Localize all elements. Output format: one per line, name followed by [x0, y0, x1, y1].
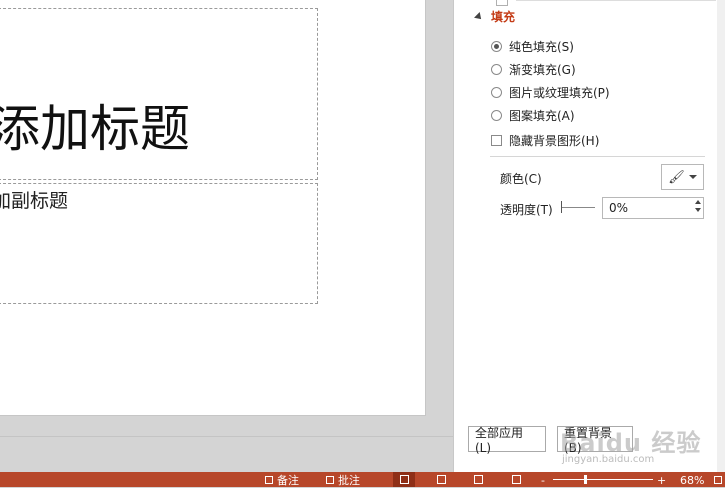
apply-to-all-button[interactable]: 全部应用(L)	[468, 426, 546, 455]
transparency-label: 透明度(T)	[500, 203, 553, 217]
radio-gradient-fill-label: 渐变填充(G)	[509, 63, 576, 77]
fit-window-icon	[714, 476, 722, 484]
normal-view-button[interactable]	[393, 472, 415, 487]
radio-solid-fill-label: 纯色填充(S)	[509, 40, 574, 54]
paint-bucket-icon: 🖌	[668, 169, 685, 185]
radio-picture-fill-label: 图片或纹理填充(P)	[509, 86, 610, 100]
transparency-slider-thumb[interactable]	[561, 201, 562, 213]
radio-pattern-fill[interactable]: 图案填充(A)	[491, 107, 575, 124]
radio-button[interactable]	[491, 110, 502, 121]
radio-pattern-fill-label: 图案填充(A)	[509, 109, 575, 123]
fill-section-title: 填充	[491, 10, 516, 24]
zoom-out-button[interactable]: -	[541, 473, 545, 487]
radio-button[interactable]	[491, 64, 502, 75]
fit-to-window-button[interactable]	[714, 473, 725, 487]
radio-picture-fill[interactable]: 图片或纹理填充(P)	[491, 84, 610, 101]
slide-sorter-view-button[interactable]	[430, 472, 452, 487]
spin-down-icon[interactable]	[695, 208, 701, 212]
reading-view-button[interactable]	[467, 472, 489, 487]
hide-background-label: 隐藏背景图形(H)	[509, 134, 600, 148]
pane-top-divider	[516, 0, 716, 1]
comments-label: 批注	[338, 474, 360, 487]
slide-work-area: 添加标题 加副标题	[0, 0, 453, 472]
transparency-value[interactable]: 0%	[609, 201, 628, 215]
zoom-slider-track[interactable]	[553, 479, 653, 480]
zoom-in-button[interactable]: +	[657, 473, 666, 487]
radio-gradient-fill[interactable]: 渐变填充(G)	[491, 61, 576, 78]
format-background-pane: 填充 纯色填充(S) 渐变填充(G) 图片或纹理填充(P) 图案填充(A) 隐藏…	[453, 0, 725, 472]
radio-button-checked[interactable]	[491, 41, 502, 52]
reset-background-button[interactable]: 重置背景(B)	[557, 426, 633, 455]
transparency-slider-track[interactable]	[561, 207, 595, 208]
status-bar: 备注 批注 - + 68%	[0, 472, 725, 487]
collapsed-section-checkbox[interactable]	[496, 0, 508, 6]
color-label: 颜色(C)	[500, 172, 542, 186]
color-picker-button[interactable]: 🖌	[661, 164, 704, 190]
normal-view-icon	[399, 475, 409, 484]
pane-divider	[490, 156, 705, 157]
notes-button[interactable]: 备注	[265, 473, 299, 487]
radio-solid-fill[interactable]: 纯色填充(S)	[491, 38, 574, 55]
spin-arrows[interactable]	[695, 200, 701, 212]
fill-section-header[interactable]: 填充	[474, 8, 516, 25]
subtitle-placeholder-text[interactable]: 加副标题	[0, 186, 68, 213]
horizontal-divider	[0, 436, 453, 437]
zoom-level[interactable]: 68%	[680, 473, 704, 487]
chevron-down-icon	[688, 175, 697, 179]
slideshow-icon	[511, 475, 521, 484]
notes-icon	[265, 476, 273, 484]
radio-button[interactable]	[491, 87, 502, 98]
zoom-slider-thumb[interactable]	[584, 475, 587, 484]
comments-button[interactable]: 批注	[326, 473, 360, 487]
expand-triangle-icon	[474, 11, 484, 22]
notes-label: 备注	[277, 474, 299, 487]
transparency-spinbox[interactable]: 0%	[602, 197, 704, 219]
pane-scrollbar[interactable]	[717, 0, 725, 472]
slide-canvas[interactable]: 添加标题 加副标题	[0, 0, 426, 416]
comment-icon	[326, 476, 334, 484]
spin-up-icon[interactable]	[695, 200, 701, 204]
title-placeholder-text[interactable]: 添加标题	[0, 104, 190, 154]
slideshow-button[interactable]	[505, 472, 527, 487]
hide-background-checkbox-row[interactable]: 隐藏背景图形(H)	[491, 132, 599, 149]
grid-view-icon	[436, 475, 446, 484]
book-icon	[473, 475, 483, 484]
hide-background-checkbox[interactable]	[491, 135, 502, 146]
